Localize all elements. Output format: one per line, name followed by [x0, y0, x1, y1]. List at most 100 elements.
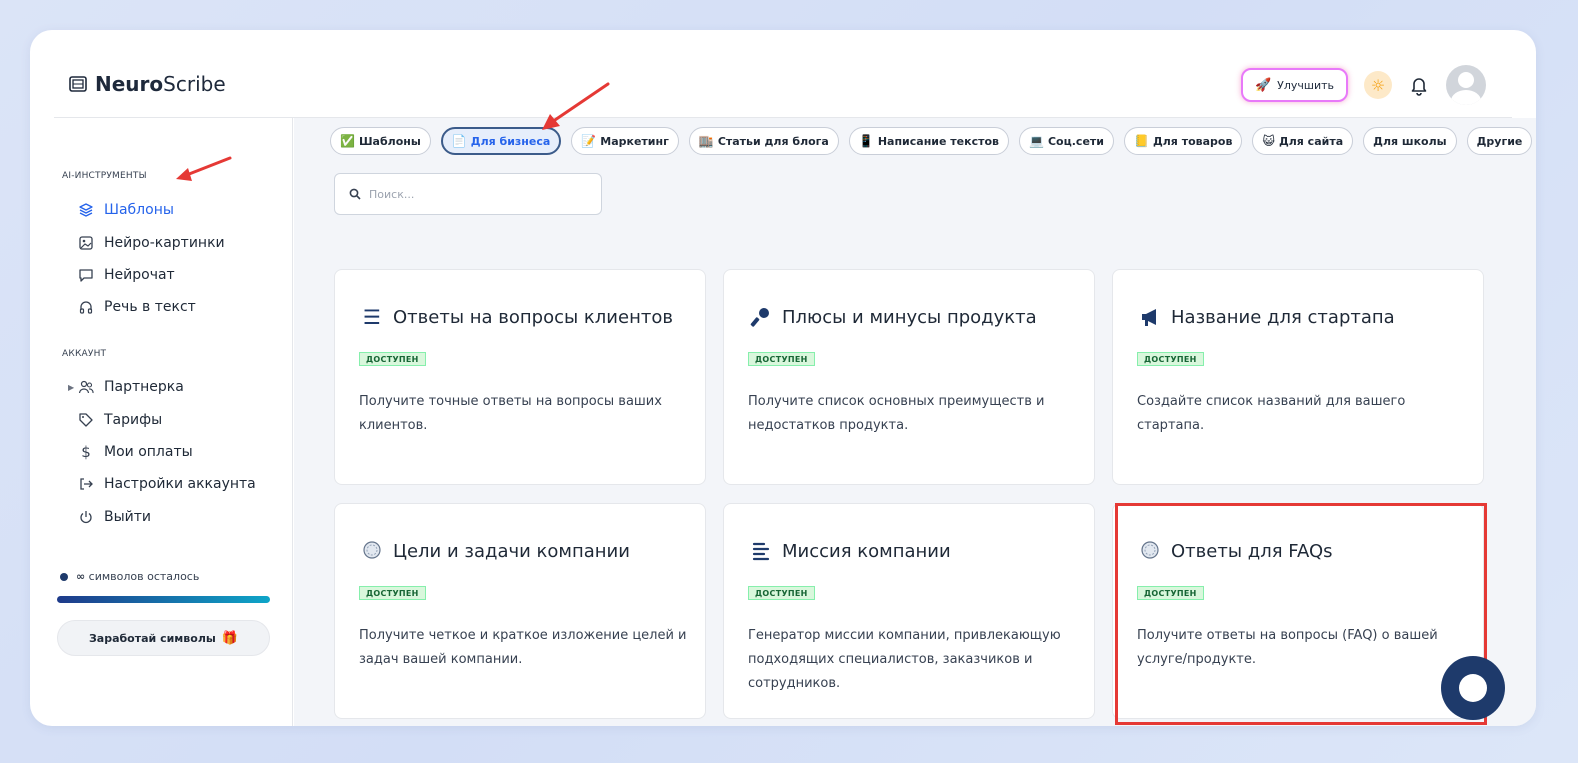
- tab-products[interactable]: 📒 Для товаров: [1124, 127, 1243, 155]
- chat-icon: [1459, 674, 1487, 702]
- sidebar-item-label: Нейро-картинки: [104, 235, 225, 251]
- card-description: Создайте список названий для вашего стар…: [1137, 394, 1406, 433]
- sidebar-item-neurochat[interactable]: Нейрочат: [78, 265, 175, 285]
- card-description: Получите точные ответы на вопросы ваших …: [359, 394, 662, 433]
- status-badge: ДОСТУПЕН: [1137, 352, 1204, 366]
- phone-icon: 📱: [858, 134, 874, 148]
- headphones-icon: [78, 299, 94, 315]
- sidebar-item-label: Выйти: [104, 509, 152, 525]
- sidebar-item-logout[interactable]: Выйти: [78, 507, 151, 527]
- search-box: [334, 173, 602, 215]
- bell-icon[interactable]: [1408, 74, 1430, 96]
- sidebar-item-templates[interactable]: Шаблоны: [78, 200, 174, 220]
- search-input[interactable]: [369, 187, 589, 201]
- status-badge: ДОСТУПЕН: [359, 352, 426, 366]
- power-icon: [78, 509, 94, 525]
- login-icon: [78, 476, 94, 492]
- template-card[interactable]: Плюсы и минусы продукта ДОСТУПЕН Получит…: [723, 269, 1095, 485]
- tab-copywriting[interactable]: 📱 Написание текстов: [848, 127, 1010, 155]
- search-icon: [349, 188, 361, 200]
- sidebar-item-speech-to-text[interactable]: Речь в текст: [78, 297, 196, 317]
- earn-symbols-button[interactable]: Заработай символы 🎁: [57, 620, 270, 656]
- card-title: Ответы на вопросы клиентов: [393, 306, 673, 328]
- sidebar: AI-ИНСТРУМЕНТЫ Шаблоны Нейро-картинки Не…: [54, 118, 293, 726]
- tab-social[interactable]: 💻 Соц.сети: [1019, 127, 1114, 155]
- upgrade-label: Улучшить: [1277, 78, 1334, 92]
- sidebar-item-account-settings[interactable]: Настройки аккаунта: [78, 474, 256, 494]
- app-window: NeuroScribe 🚀 Улучшить ☼ AI-ИНСТРУМЕНТЫ …: [30, 30, 1536, 726]
- ledger-icon: 📒: [1134, 134, 1149, 148]
- sidebar-item-label: Настройки аккаунта: [104, 476, 256, 492]
- infinity-symbol: ∞: [76, 570, 86, 583]
- earn-symbols-label: Заработай символы: [88, 631, 216, 645]
- sidebar-item-label: Партнерка: [104, 379, 184, 395]
- rocket-icon: 🚀: [1254, 77, 1272, 93]
- align-left-icon: [748, 538, 774, 564]
- header-actions: 🚀 Улучшить ☼: [1240, 65, 1486, 105]
- ai-tools-section-title: AI-ИНСТРУМЕНТЫ: [62, 171, 147, 181]
- sidebar-item-label: Шаблоны: [104, 202, 174, 218]
- caret-right-icon[interactable]: ▶: [68, 383, 74, 392]
- avatar[interactable]: [1446, 65, 1486, 105]
- theme-toggle-sun-icon[interactable]: ☼: [1364, 71, 1392, 99]
- sidebar-item-neuro-images[interactable]: Нейро-картинки: [78, 233, 225, 253]
- list-icon: ☰: [363, 305, 381, 329]
- card-description: Получите четкое и краткое изложение целе…: [359, 628, 687, 667]
- dollar-icon: $: [81, 443, 91, 461]
- account-section-title: АККАУНТ: [62, 349, 107, 359]
- logo-text: NeuroScribe: [95, 72, 226, 96]
- laptop-icon: 💻: [1029, 134, 1044, 148]
- megaphone-icon: [1137, 304, 1163, 330]
- tab-templates[interactable]: ✅ Шаблоны: [330, 127, 431, 155]
- logo[interactable]: NeuroScribe: [68, 72, 226, 96]
- image-icon: [78, 235, 94, 251]
- card-title: Цели и задачи компании: [393, 540, 630, 562]
- category-tabs: ✅ Шаблоны 📄 Для бизнеса 📝 Маркетинг 🏬 Статьи…: [330, 127, 1533, 155]
- sidebar-item-partners[interactable]: ▶ Партнерка: [68, 377, 184, 397]
- tab-other[interactable]: Другие: [1466, 127, 1533, 155]
- users-icon: [78, 379, 94, 395]
- badge-icon: [359, 538, 385, 564]
- layers-icon: [78, 202, 94, 218]
- memo-icon: 📝: [581, 134, 597, 148]
- upgrade-button[interactable]: 🚀 Улучшить: [1240, 68, 1348, 102]
- sidebar-item-payments[interactable]: $ Мои оплаты: [78, 442, 193, 462]
- status-badge: ДОСТУПЕН: [748, 352, 815, 366]
- template-card[interactable]: ☰ Ответы на вопросы клиентов ДОСТУПЕН По…: [334, 269, 706, 485]
- tab-business[interactable]: 📄 Для бизнеса: [440, 127, 562, 155]
- chat-icon: [78, 267, 94, 283]
- symbols-progress-bar: [57, 596, 270, 603]
- highlight-box: [1115, 503, 1487, 725]
- status-dot: [60, 572, 68, 581]
- store-icon: 🏬: [698, 134, 714, 148]
- status-badge: ДОСТУПЕН: [359, 586, 426, 600]
- tab-school[interactable]: Для школы: [1363, 127, 1457, 155]
- gift-icon: 🎁: [221, 630, 239, 646]
- cat-icon: 😺: [1262, 134, 1275, 148]
- card-title: Миссия компании: [782, 540, 951, 562]
- newspaper-icon: [69, 76, 87, 92]
- sidebar-item-label: Речь в текст: [104, 299, 196, 315]
- template-card[interactable]: Миссия компании ДОСТУПЕН Генератор мисси…: [723, 503, 1095, 719]
- symbols-remaining: ∞ символов осталось: [60, 570, 199, 583]
- card-description: Получите список основных преимуществ и н…: [748, 394, 1045, 433]
- tab-blog-articles[interactable]: 🏬 Статьи для блога: [688, 127, 839, 155]
- checkbox-icon: ✅: [340, 134, 355, 148]
- tab-marketing[interactable]: 📝 Маркетинг: [571, 127, 679, 155]
- card-title: Плюсы и минусы продукта: [782, 306, 1037, 328]
- document-icon: 📄: [451, 134, 467, 148]
- tab-website[interactable]: 😺 Для сайта: [1252, 127, 1354, 155]
- sidebar-item-label: Мои оплаты: [104, 444, 193, 460]
- template-card[interactable]: Цели и задачи компании ДОСТУПЕН Получите…: [334, 503, 706, 719]
- key-icon: [748, 304, 774, 330]
- sidebar-item-tariffs[interactable]: Тарифы: [78, 410, 162, 430]
- symbols-text: символов осталось: [88, 570, 200, 583]
- card-description: Генератор миссии компании, привлекающую …: [748, 628, 1061, 691]
- card-title: Название для стартапа: [1171, 306, 1395, 328]
- sidebar-item-label: Нейрочат: [104, 267, 175, 283]
- sidebar-item-label: Тарифы: [104, 412, 163, 428]
- template-card[interactable]: Название для стартапа ДОСТУПЕН Создайте …: [1112, 269, 1484, 485]
- status-badge: ДОСТУПЕН: [748, 586, 815, 600]
- chat-widget-button[interactable]: [1441, 656, 1505, 720]
- tag-icon: [78, 412, 94, 428]
